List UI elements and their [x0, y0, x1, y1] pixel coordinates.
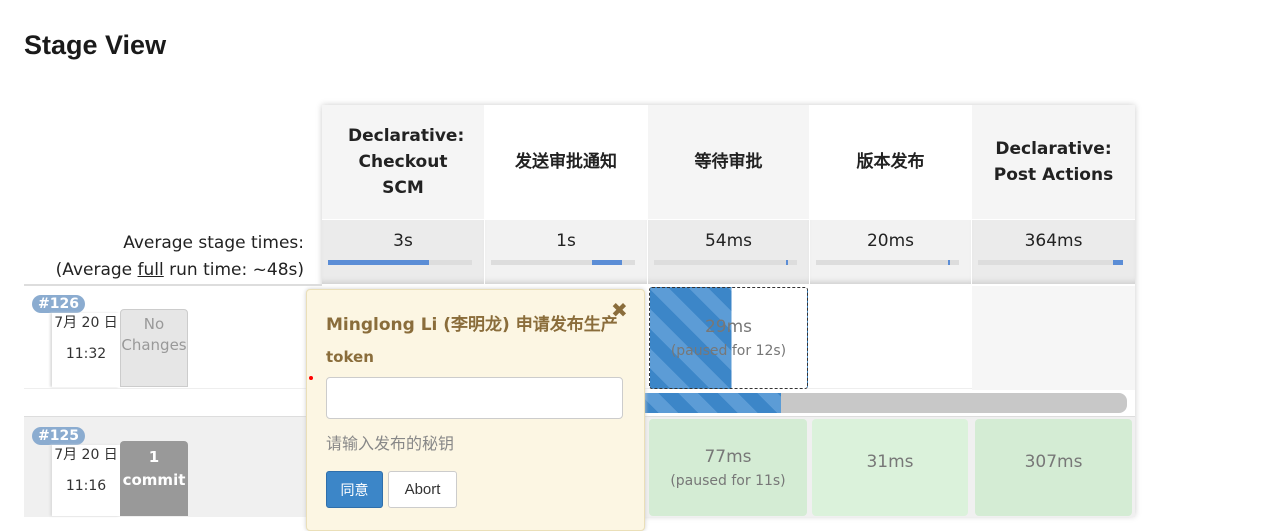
avg-time-2: 1s: [485, 220, 647, 284]
avg-time-1: 3s: [322, 220, 484, 284]
avg-label-text: Average stage times:: [123, 233, 304, 253]
stage-header-1: Declarative: Checkout SCM: [322, 105, 484, 219]
cell-126-5: [972, 286, 1135, 390]
field-hint: 请输入发布的秘钥: [326, 434, 455, 453]
build-date-125: 7月 20 日 11:16: [52, 445, 120, 516]
stage-header-5: Declarative: Post Actions: [972, 105, 1135, 219]
avg-prefix: (Average: [55, 260, 138, 280]
popup-title: Minglong Li (李明龙) 申请发布生产: [326, 315, 618, 335]
build-number-126[interactable]: #126: [32, 295, 85, 313]
changes-126[interactable]: No Changes: [120, 309, 188, 387]
stage-header-4: 版本发布: [810, 105, 971, 219]
avg-time-3: 54ms: [648, 220, 809, 284]
stage-cell-125-post[interactable]: 307ms: [975, 419, 1132, 516]
token-input[interactable]: [326, 377, 623, 419]
approve-button[interactable]: 同意: [326, 471, 383, 508]
stage-duration: 29ms: [704, 317, 753, 337]
stage-cell-125-release[interactable]: 31ms: [812, 419, 968, 516]
required-dot: [309, 376, 313, 380]
build-date-126: 7月 20 日 11:32: [52, 313, 120, 387]
stage-header-3: 等待审批: [648, 105, 809, 219]
paused-note: (paused for 12s): [670, 343, 787, 359]
avg-time-5: 364ms: [972, 220, 1135, 284]
field-label: token: [326, 348, 374, 366]
average-label: Average stage times: (Average full run t…: [24, 230, 304, 284]
stage-cell-126-wait[interactable]: 29ms (paused for 12s): [649, 287, 808, 389]
input-popup: ✖ Minglong Li (李明龙) 申请发布生产 token 请输入发布的秘…: [306, 289, 645, 531]
changes-125[interactable]: 1 commit: [120, 441, 188, 516]
abort-button[interactable]: Abort: [388, 471, 457, 508]
full-link[interactable]: full: [138, 260, 164, 280]
stage-cell-125-wait[interactable]: 77ms (paused for 11s): [649, 419, 807, 516]
stage-header-2: 发送审批通知: [485, 105, 647, 219]
build-number-125[interactable]: #125: [32, 427, 85, 445]
avg-suffix: run time: ~48s): [163, 260, 304, 280]
page-title: Stage View: [24, 30, 167, 60]
avg-time-4: 20ms: [810, 220, 971, 284]
